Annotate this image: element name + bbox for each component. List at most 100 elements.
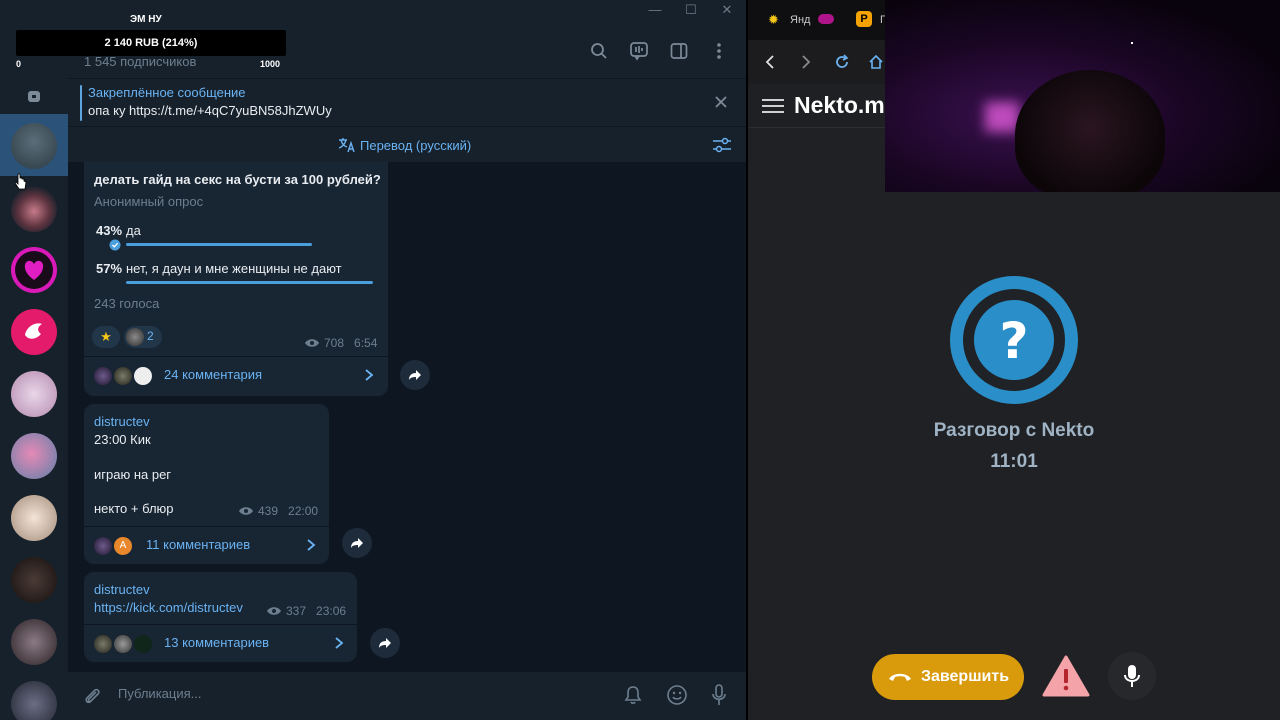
close-icon[interactable]: ✕ <box>716 2 738 18</box>
view-count: 337 <box>286 604 307 618</box>
forward-icon[interactable] <box>798 54 814 70</box>
close-pinned-icon[interactable] <box>714 95 728 109</box>
share-button[interactable] <box>400 360 430 390</box>
sun-icon: ✹ <box>768 12 779 27</box>
post-link[interactable]: https://kick.com/distructev <box>94 600 243 615</box>
chat-avatar[interactable] <box>11 186 57 232</box>
share-arrow-icon <box>350 537 364 549</box>
conversation-title: Разговор с Nekto <box>933 420 1095 441</box>
message-feed: делать гайд на секс на бусти за 100 рубл… <box>68 162 746 672</box>
more-menu-icon[interactable] <box>708 40 730 62</box>
search-icon[interactable] <box>588 40 610 62</box>
attach-icon[interactable] <box>82 686 102 706</box>
end-call-button[interactable]: Завершить <box>872 654 1024 700</box>
chevron-right-icon <box>364 369 374 381</box>
webcam-light <box>985 102 1019 132</box>
chat-avatar[interactable] <box>11 371 57 417</box>
share-button[interactable] <box>370 628 400 658</box>
anonymous-user-icon: ? <box>948 274 1080 406</box>
comments-link[interactable]: 13 комментариев <box>84 624 357 660</box>
chat-avatar[interactable] <box>11 557 57 603</box>
minimize-icon[interactable]: — <box>644 2 666 18</box>
poll-option-percent: 57% <box>96 261 123 276</box>
commenter-avatar: A <box>112 535 134 557</box>
star-icon: ★ <box>100 329 112 344</box>
chat-avatar[interactable] <box>11 495 57 541</box>
comments-link[interactable]: A 11 комментариев <box>84 526 329 562</box>
message-input[interactable]: Публикация... <box>118 686 201 701</box>
share-arrow-icon <box>408 369 422 381</box>
donation-goal-min: 0 <box>16 59 22 69</box>
translate-settings-icon[interactable] <box>712 136 732 154</box>
reaction-star[interactable]: ★ <box>92 326 120 348</box>
view-count: 708 <box>324 336 345 350</box>
live-stream-icon[interactable] <box>628 40 650 62</box>
chat-avatar[interactable] <box>11 681 57 720</box>
comments-label: 11 комментариев <box>146 537 251 552</box>
commenter-avatar <box>112 365 134 387</box>
chat-avatar[interactable] <box>11 247 57 293</box>
donation-goal-max: 1000 <box>260 59 281 69</box>
tab-label[interactable]: Янд <box>790 14 810 26</box>
maximize-icon[interactable]: ☐ <box>680 2 702 18</box>
translate-button[interactable]: Перевод (русский) <box>338 137 471 153</box>
sidebar-toggle-icon[interactable] <box>668 40 690 62</box>
pinned-message-bar[interactable]: Закреплённое сообщение опа ку https://t.… <box>68 78 746 126</box>
mouse-cursor-icon <box>14 173 28 191</box>
post-text-line: 23:00 Кик <box>94 432 151 447</box>
post-text-line: некто + блюр <box>94 501 174 516</box>
donation-goal-title: ЭМ НУ <box>130 14 162 25</box>
chat-folder-sidebar <box>0 78 68 720</box>
svg-text:?: ? <box>999 312 1028 370</box>
webcam-overlay <box>885 0 1280 192</box>
hamburger-menu-icon[interactable] <box>762 98 784 114</box>
home-icon[interactable] <box>868 54 884 70</box>
back-icon[interactable] <box>762 54 778 70</box>
message-composer: Публикация... <box>68 672 746 720</box>
notification-bell-icon[interactable] <box>624 685 642 705</box>
reactor-avatar <box>126 328 144 346</box>
poll-question: делать гайд на секс на бусти за 100 рубл… <box>94 172 381 187</box>
post-meta: 337 23:06 <box>266 604 346 618</box>
eye-icon <box>266 606 282 616</box>
commenter-avatar <box>132 633 154 655</box>
chat-avatar[interactable] <box>11 433 57 479</box>
reaction-users[interactable]: 2 <box>124 326 162 348</box>
donation-goal-bar: 2 140 RUB (214%) <box>16 30 286 56</box>
poll-meta: 708 6:54 <box>304 336 377 350</box>
chat-avatar[interactable] <box>11 123 57 169</box>
post-author[interactable]: distructev <box>94 414 150 429</box>
poll-option-label: нет, я даун и мне женщины не дают <box>126 261 342 276</box>
webcam-highlight <box>1131 42 1133 44</box>
share-button[interactable] <box>342 528 372 558</box>
commenter-avatar <box>92 535 114 557</box>
site-title[interactable]: Nekto.m <box>794 92 885 119</box>
reload-icon[interactable] <box>834 54 850 70</box>
commenter-avatar <box>132 365 154 387</box>
poll-type: Анонимный опрос <box>94 194 204 209</box>
commenter-avatar <box>92 365 114 387</box>
comments-link[interactable]: 24 комментария <box>84 356 388 392</box>
chat-avatar[interactable] <box>11 619 57 665</box>
lock-icon[interactable] <box>26 89 42 103</box>
pinned-title: Закреплённое сообщение <box>88 85 246 100</box>
pinned-indicator <box>80 85 82 121</box>
post-meta: 439 22:00 <box>238 504 318 518</box>
poll-message: делать гайд на секс на бусти за 100 рубл… <box>84 162 388 396</box>
post-author[interactable]: distructev <box>94 582 150 597</box>
end-call-label: Завершить <box>920 668 1010 685</box>
poll-votes: 243 голоса <box>94 296 160 311</box>
channel-post: distructev https://kick.com/distructev 3… <box>84 572 357 662</box>
report-warning-icon[interactable] <box>1042 654 1090 698</box>
commenter-avatar <box>92 633 114 655</box>
message-time: 22:00 <box>288 504 319 518</box>
eye-icon <box>304 338 320 348</box>
pinned-text: опа ку https://t.me/+4qC7yuBN58JhZWUy <box>88 103 332 118</box>
chat-avatar[interactable] <box>11 309 57 355</box>
microphone-icon[interactable] <box>710 684 728 706</box>
poll-option-bar <box>126 243 312 246</box>
comments-label: 13 комментариев <box>164 635 270 650</box>
emoji-icon[interactable] <box>666 684 688 706</box>
microphone-button[interactable] <box>1108 652 1156 700</box>
checkmark-icon <box>109 239 121 251</box>
